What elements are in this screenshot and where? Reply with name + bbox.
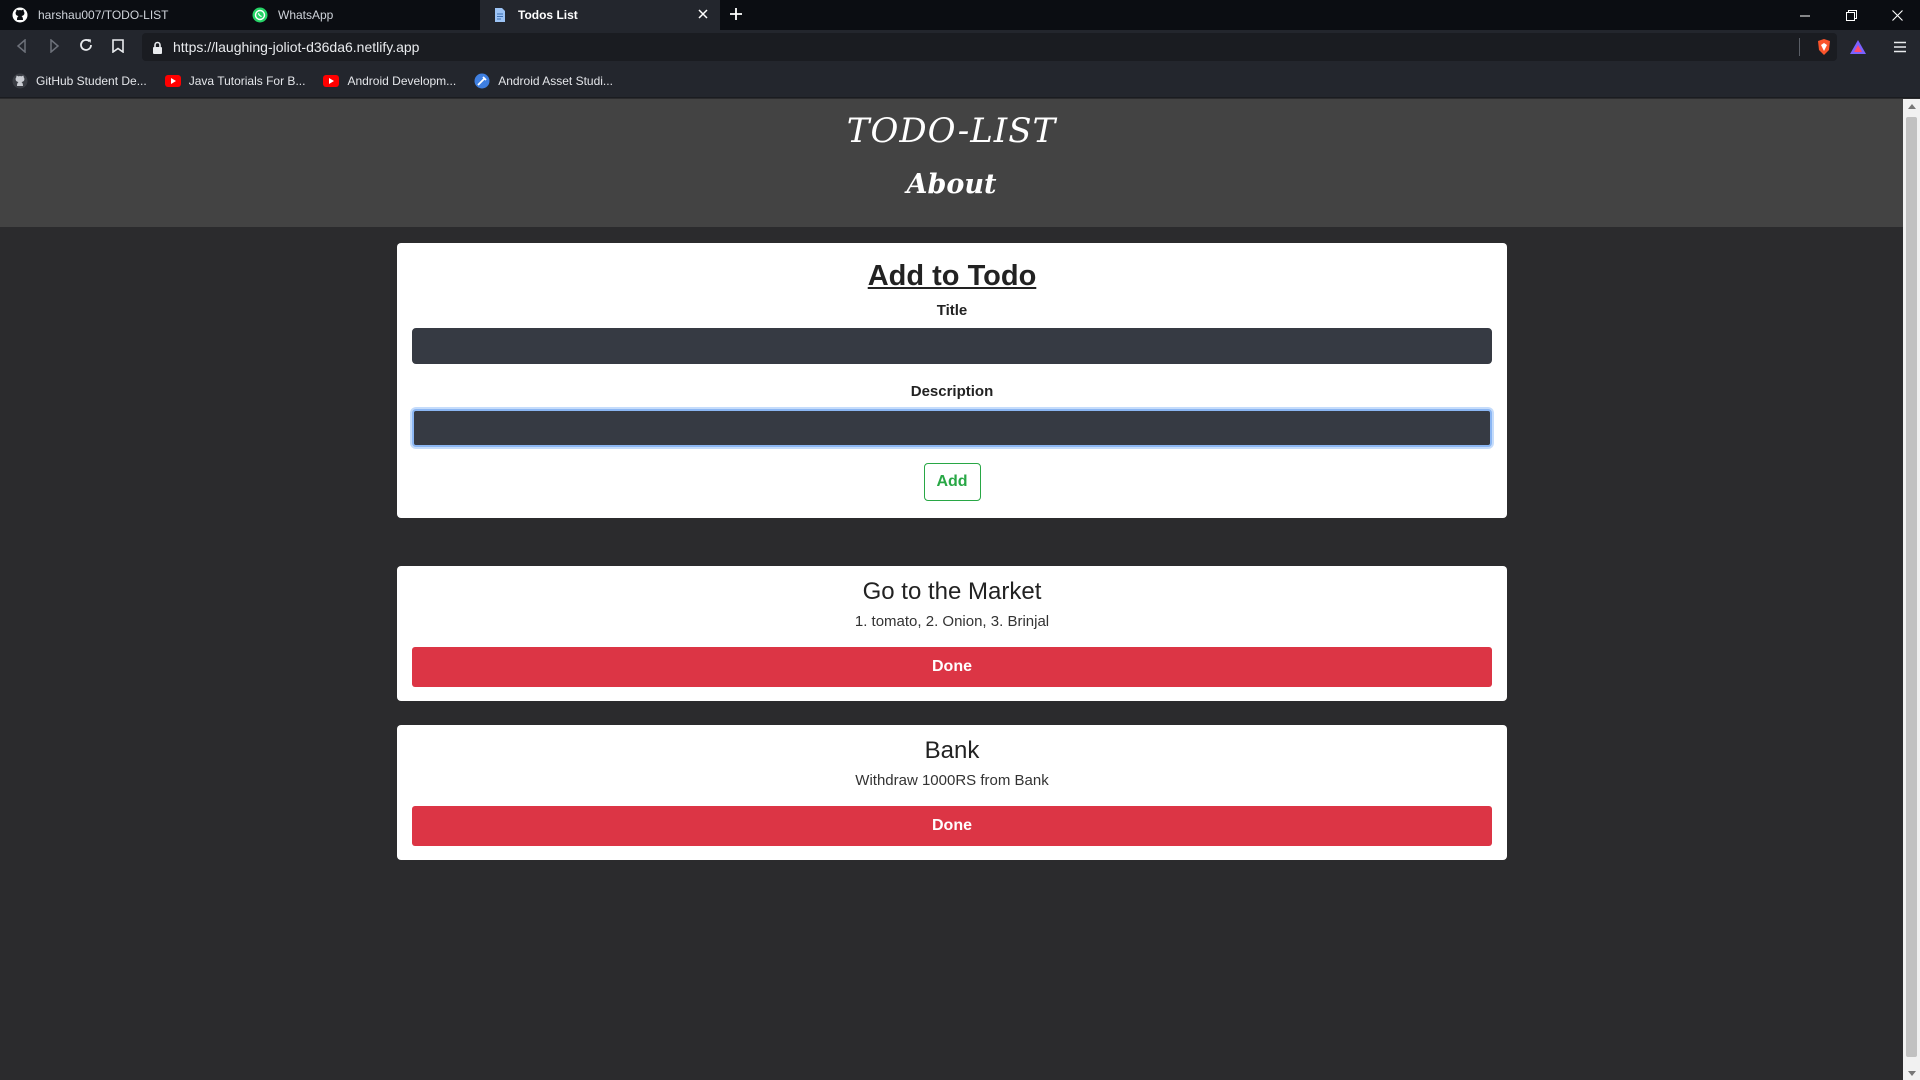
- bookmark-label: Java Tutorials For B...: [188, 73, 306, 88]
- minimize-icon: [1800, 6, 1810, 25]
- todo-title: Go to the Market: [862, 578, 1042, 605]
- close-icon: [1891, 6, 1903, 25]
- description-label: Description: [910, 383, 994, 400]
- bookmark-github-student[interactable]: GitHub Student De...: [12, 73, 147, 89]
- title-label: Title: [936, 302, 968, 319]
- window-controls: [1782, 0, 1920, 30]
- github-icon: [12, 73, 28, 89]
- tab-github[interactable]: harshau007/TODO-LIST: [0, 0, 240, 30]
- add-todo-form: Add to Todo Title Description Add: [397, 243, 1507, 518]
- brave-shields-icon[interactable]: [1810, 33, 1838, 61]
- todo-description: 1. tomato, 2. Onion, 3. Brinjal: [854, 613, 1050, 630]
- close-tab-icon[interactable]: [696, 7, 710, 21]
- done-button[interactable]: Done: [412, 806, 1492, 846]
- reload-icon: [78, 37, 94, 57]
- tab-label: WhatsApp: [278, 8, 334, 22]
- todo-description: Withdraw 1000RS from Bank: [855, 772, 1049, 789]
- forward-button[interactable]: [38, 32, 70, 62]
- brave-rewards-icon[interactable]: [1844, 33, 1872, 61]
- back-button[interactable]: [6, 32, 38, 62]
- scroll-up-icon[interactable]: [1903, 99, 1920, 113]
- todo-card: Go to the Market 1. tomato, 2. Onion, 3.…: [397, 566, 1507, 701]
- done-button[interactable]: Done: [412, 647, 1492, 687]
- github-icon: [12, 7, 28, 23]
- bookmark-label: GitHub Student De...: [36, 73, 147, 88]
- todo-card: Bank Withdraw 1000RS from Bank Done: [397, 725, 1507, 860]
- add-button[interactable]: Add: [923, 463, 981, 501]
- description-input[interactable]: [412, 409, 1492, 447]
- browser-toolbar: https://laughing-joliot-d36da6.netlify.a…: [0, 30, 1920, 64]
- forward-icon: [47, 37, 61, 57]
- url-text: https://laughing-joliot-d36da6.netlify.a…: [173, 39, 420, 55]
- restore-button[interactable]: [1828, 0, 1874, 30]
- bookmarks-bar: GitHub Student De... Java Tutorials For …: [0, 64, 1920, 98]
- back-icon: [15, 37, 29, 57]
- document-icon: [492, 7, 508, 23]
- youtube-icon: [323, 73, 340, 89]
- scrollbar-thumb[interactable]: [1906, 117, 1917, 1057]
- bookmark-android-asset-studio[interactable]: Android Asset Studi...: [474, 73, 613, 89]
- bookmark-label: Android Developm...: [347, 73, 457, 88]
- tab-todos-list[interactable]: Todos List: [480, 0, 720, 30]
- form-heading: Add to Todo: [867, 260, 1037, 292]
- toolbar-divider: [1799, 38, 1800, 56]
- scroll-down-icon[interactable]: [1903, 1066, 1920, 1080]
- menu-button[interactable]: [1886, 33, 1914, 61]
- restore-icon: [1845, 6, 1857, 25]
- minimize-button[interactable]: [1782, 0, 1828, 30]
- nav-about-link[interactable]: About: [0, 169, 1903, 200]
- android-studio-icon: [474, 73, 490, 89]
- toolbar-extensions: [1799, 30, 1920, 64]
- plus-icon: [729, 6, 743, 25]
- title-input[interactable]: [412, 328, 1492, 364]
- bookmark-label: Android Asset Studi...: [498, 73, 613, 88]
- tab-whatsapp[interactable]: WhatsApp: [240, 0, 480, 30]
- todo-title: Bank: [924, 737, 980, 764]
- whatsapp-icon: [252, 7, 268, 23]
- tab-label: harshau007/TODO-LIST: [38, 8, 169, 22]
- tab-label: Todos List: [518, 8, 578, 22]
- bookmark-icon: [112, 38, 124, 57]
- bookmark-android-development[interactable]: Android Developm...: [323, 73, 456, 89]
- site-title: TODO-LIST: [846, 111, 1057, 151]
- vertical-scrollbar[interactable]: [1903, 99, 1920, 1080]
- reload-button[interactable]: [70, 32, 102, 62]
- close-window-button[interactable]: [1874, 0, 1920, 30]
- url-bar[interactable]: https://laughing-joliot-d36da6.netlify.a…: [142, 33, 1837, 61]
- page-viewport: TODO-LIST About Add to Todo Title Descri…: [0, 99, 1903, 1080]
- hamburger-menu-icon: [1893, 38, 1907, 57]
- browser-tab-bar: harshau007/TODO-LIST WhatsApp Todos List: [0, 0, 1920, 30]
- youtube-icon: [164, 73, 181, 89]
- lock-icon: [152, 41, 163, 54]
- new-tab-button[interactable]: [720, 0, 752, 30]
- site-header: TODO-LIST About: [0, 99, 1903, 227]
- bookmark-java-tutorials[interactable]: Java Tutorials For B...: [164, 73, 306, 89]
- bookmark-button[interactable]: [102, 32, 134, 62]
